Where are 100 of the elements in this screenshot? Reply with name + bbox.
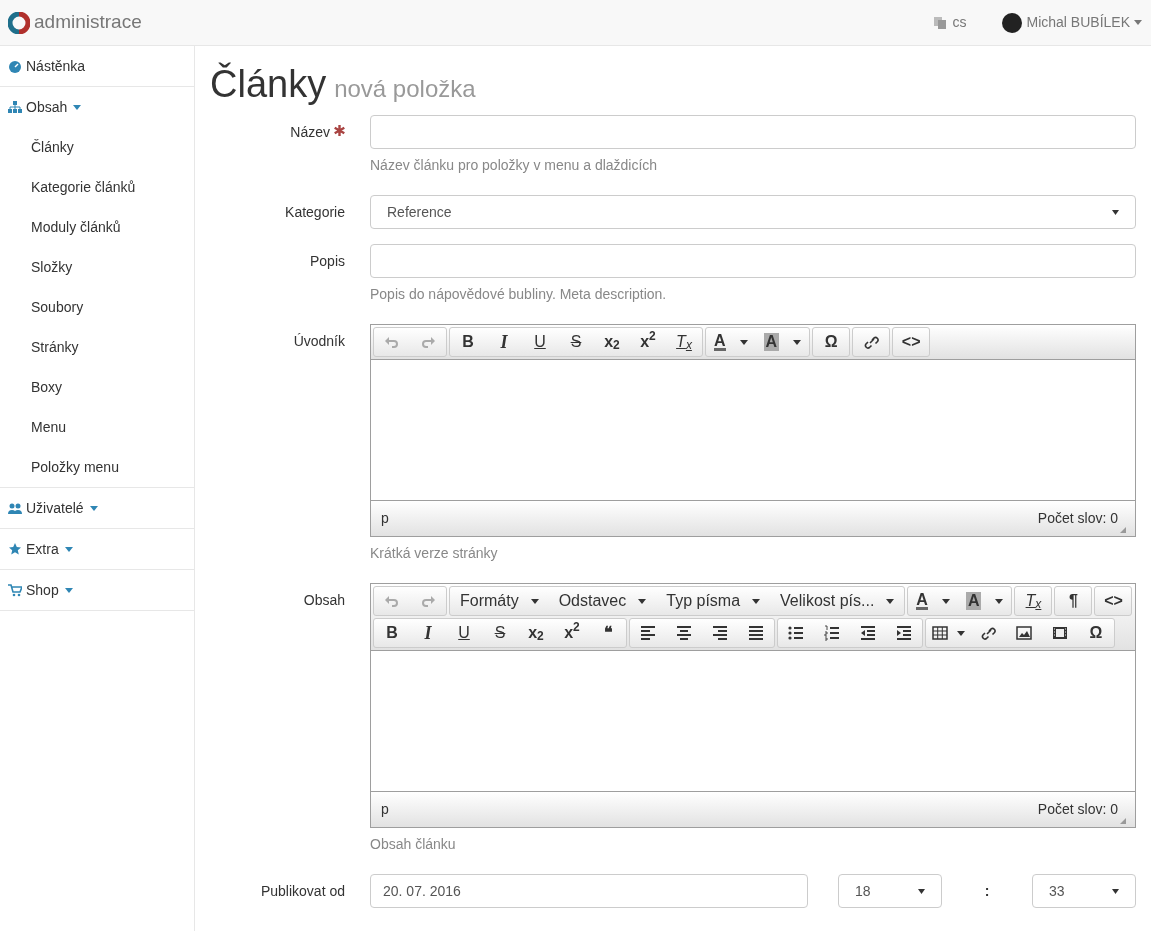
sidebar-item[interactable]: Extra	[0, 529, 194, 569]
caret-icon	[530, 598, 539, 604]
align-center-icon	[676, 625, 692, 641]
format-button[interactable]: ¶	[1055, 587, 1092, 615]
background-color-button[interactable]: A	[957, 587, 1012, 615]
caret-icon	[918, 888, 925, 894]
users-icon	[8, 501, 22, 515]
format-button[interactable]: <>	[893, 328, 930, 356]
sidebar-item[interactable]: Shop	[0, 570, 194, 610]
caret-icon	[793, 339, 802, 345]
caret-icon	[1134, 20, 1142, 25]
dropdown-button[interactable]: Velikost pís...	[770, 587, 905, 615]
strike-button[interactable]: S	[558, 328, 594, 356]
user-menu-link[interactable]: Michal BUBÍLEK	[1026, 12, 1130, 33]
word-count: Počet slov: 0	[1037, 800, 1118, 819]
language-link[interactable]: cs	[952, 12, 967, 33]
sidebar-item[interactable]: Uživatelé	[0, 488, 194, 528]
date-input[interactable]: 20. 07. 2016	[370, 874, 808, 908]
page-subtitle: nová položka	[334, 74, 476, 104]
italic-button[interactable]: I	[486, 328, 522, 356]
category-select[interactable]: Reference	[370, 195, 1136, 229]
minute-select[interactable]: 33	[1032, 874, 1136, 908]
field-label: Název	[290, 123, 330, 142]
caret-icon	[995, 598, 1004, 604]
link-icon	[863, 334, 880, 350]
page-title: Články	[210, 62, 327, 106]
bold-button[interactable]: B	[374, 619, 410, 647]
dropdown-button[interactable]: Odstavec	[548, 587, 657, 615]
text-input[interactable]	[370, 115, 1136, 149]
strike-button[interactable]: S	[482, 619, 518, 647]
link-icon	[980, 625, 996, 641]
italic-button[interactable]: I	[410, 619, 446, 647]
field-label: Publikovat od	[260, 882, 345, 901]
sitemap-icon	[8, 100, 22, 114]
sidebar-subitem[interactable]: Složky	[0, 247, 194, 287]
caret-icon	[638, 598, 647, 604]
sidebar-subitem[interactable]: Moduly článků	[0, 207, 194, 247]
justify-icon	[748, 625, 764, 641]
sidebar-subitem[interactable]: Články	[0, 127, 194, 167]
field-label: Úvodník	[293, 332, 345, 351]
bullet-list-icon	[788, 625, 804, 641]
image-icon	[1016, 625, 1032, 641]
removeformat-button[interactable]: T$_{x}$	[1015, 587, 1052, 615]
field-label: Kategorie	[285, 203, 345, 222]
underline-button[interactable]: U	[446, 619, 482, 647]
avatar-icon	[1001, 12, 1022, 33]
format-button[interactable]: x$_{2}$	[594, 328, 630, 356]
format-button[interactable]: Ω	[1078, 619, 1114, 647]
element-path[interactable]: p	[381, 799, 389, 820]
underline-button[interactable]: U	[522, 328, 558, 356]
logo-icon	[8, 11, 30, 34]
caret-icon	[956, 630, 965, 636]
sidebar-subitem[interactable]: Položky menu	[0, 447, 194, 487]
help-text: Obsah článku	[370, 835, 457, 854]
help-text: Název článku pro položky v menu a dlaždicích	[370, 156, 659, 175]
bold-button[interactable]: B	[450, 328, 486, 356]
sidebar-item[interactable]: Nástěnka	[0, 46, 194, 86]
caret-icon	[886, 598, 895, 604]
background-color-button[interactable]: A	[755, 328, 810, 356]
indent-icon	[896, 625, 912, 641]
caret-icon	[739, 339, 748, 345]
format-button[interactable]: x$^{2}$	[554, 619, 590, 647]
caret-icon	[1112, 888, 1119, 894]
dropdown-button[interactable]: Typ písma	[656, 587, 771, 615]
text-color-button[interactable]: A	[706, 328, 756, 356]
dropdown-button[interactable]: Formáty	[450, 587, 549, 615]
cart-icon	[8, 583, 22, 597]
format-button[interactable]: x$^{2}$	[630, 328, 666, 356]
dashboard-icon	[8, 59, 22, 73]
caret-icon	[752, 598, 761, 604]
brand-link[interactable]: administrace	[34, 8, 142, 37]
element-path[interactable]: p	[381, 508, 389, 529]
help-text: Krátká verze stránky	[370, 544, 499, 563]
star-icon	[8, 542, 22, 556]
sidebar-subitem[interactable]: Stránky	[0, 327, 194, 367]
align-right-icon	[712, 625, 728, 641]
sidebar-subitem[interactable]: Boxy	[0, 367, 194, 407]
outdent-icon	[860, 625, 876, 641]
format-button[interactable]: x$_{2}$	[518, 619, 554, 647]
time-separator: :	[983, 881, 991, 901]
removeformat-button[interactable]: T$_{x}$	[666, 328, 702, 356]
format-button[interactable]: Ω	[813, 328, 850, 356]
help-text: Popis do nápovědové bubliny. Meta description.	[370, 285, 668, 304]
format-button[interactable]: ❝	[590, 619, 626, 647]
sidebar-subitem[interactable]: Menu	[0, 407, 194, 447]
field-label: Popis	[309, 252, 345, 271]
sidebar-item[interactable]: Obsah	[0, 87, 194, 127]
text-color-button[interactable]: A	[908, 587, 958, 615]
film-icon	[1052, 625, 1068, 641]
language-icon	[932, 15, 947, 30]
table-icon	[931, 625, 948, 641]
format-button[interactable]: <>	[1095, 587, 1132, 615]
text-input[interactable]	[370, 244, 1136, 278]
numbered-list-icon	[824, 625, 840, 641]
hour-select[interactable]: 18	[838, 874, 942, 908]
align-left-icon	[640, 625, 656, 641]
word-count: Počet slov: 0	[1037, 509, 1118, 528]
caret-icon	[941, 598, 950, 604]
sidebar-subitem[interactable]: Kategorie článků	[0, 167, 194, 207]
sidebar-subitem[interactable]: Soubory	[0, 287, 194, 327]
